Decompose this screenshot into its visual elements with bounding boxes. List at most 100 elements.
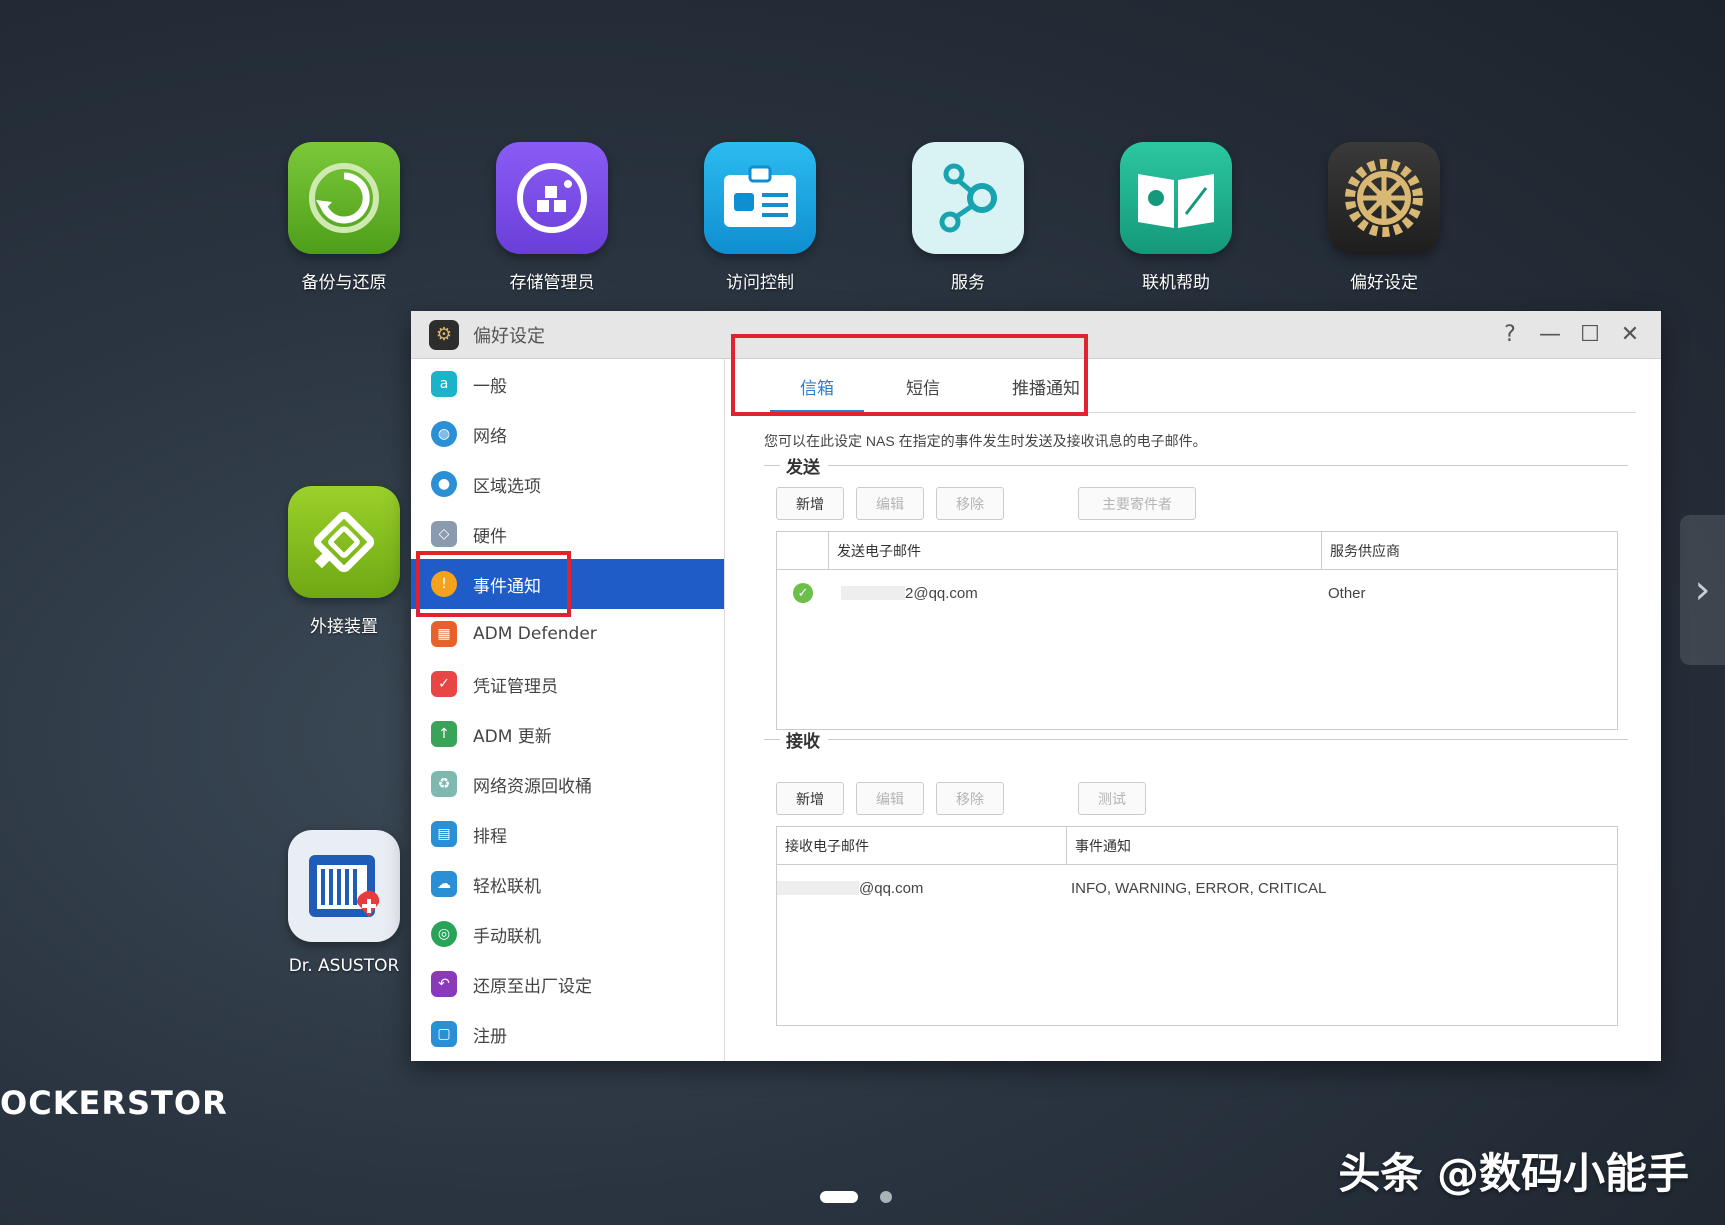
- primary-sender-button[interactable]: 主要寄件者: [1078, 487, 1196, 520]
- column-header-status: [777, 532, 829, 569]
- region-options-icon: ●: [431, 471, 457, 497]
- events-cell: INFO, WARNING, ERROR, CRITICAL: [1071, 879, 1327, 897]
- sidebar-item-recycle-bin[interactable]: ♻ 网络资源回收桶: [411, 759, 724, 809]
- main-content: 信箱 短信 推播通知 您可以在此设定 NAS 在指定的事件发生时发送及接收讯息的…: [726, 359, 1661, 1061]
- hardware-icon: ◇: [431, 521, 457, 547]
- window-controls: ? — ☐ ✕: [1499, 321, 1641, 347]
- app-storage-manager[interactable]: 存储管理员: [472, 142, 632, 293]
- minimize-icon[interactable]: —: [1539, 321, 1561, 347]
- status-cell: ✓: [777, 583, 829, 603]
- redacted-block: [777, 881, 859, 895]
- send-section-header: 发送: [764, 453, 1628, 478]
- receive-table-header: 接收电子邮件 事件通知: [777, 827, 1617, 865]
- app-services[interactable]: 服务: [888, 142, 1048, 293]
- receive-section-header: 接收: [764, 727, 1628, 752]
- check-icon: ✓: [793, 583, 813, 603]
- page-dot[interactable]: [880, 1191, 892, 1203]
- sidebar-item-label: 网络: [473, 426, 507, 447]
- sidebar-item-label: 轻松联机: [473, 876, 541, 897]
- app-preferences[interactable]: 偏好设定: [1304, 142, 1464, 293]
- sidebar-item-label: 凭证管理员: [473, 676, 558, 697]
- column-header-event-notification: 事件通知: [1075, 838, 1131, 855]
- send-email-cell: 2@qq.com: [829, 585, 1322, 602]
- schedule-icon: ▤: [431, 821, 457, 847]
- app-label: 外接装置: [310, 617, 378, 637]
- receive-email-value: @qq.com: [859, 879, 924, 897]
- receive-table: 接收电子邮件 事件通知 @qq.com INFO, WARNING, ERROR…: [776, 826, 1618, 1026]
- sidebar-item-manual-connect[interactable]: ◎ 手动联机: [411, 909, 724, 959]
- sidebar-item-label: 手动联机: [473, 926, 541, 947]
- column-header-receive-email: 接收电子邮件: [777, 827, 1067, 864]
- table-row[interactable]: @qq.com INFO, WARNING, ERROR, CRITICAL: [777, 865, 1617, 911]
- app-dr-asustor[interactable]: Dr. ASUSTOR: [264, 830, 424, 976]
- sidebar-item-label: 一般: [473, 376, 507, 397]
- brand-logo-text: OCKERSTOR: [0, 1084, 228, 1122]
- send-table-header: 发送电子邮件 服务供应商: [777, 532, 1617, 570]
- app-label: 存储管理员: [509, 273, 595, 293]
- sidebar-item-registration[interactable]: ▢ 注册: [411, 1009, 724, 1059]
- sidebar-item-region[interactable]: ● 区域选项: [411, 459, 724, 509]
- sidebar-item-adm-update[interactable]: ↑ ADM 更新: [411, 709, 724, 759]
- chevron-right-icon: ›: [1694, 567, 1711, 613]
- online-help-icon: [1120, 142, 1232, 254]
- highlight-box: [416, 551, 571, 617]
- send-edit-button[interactable]: 编辑: [856, 487, 924, 520]
- receive-edit-button[interactable]: 编辑: [856, 782, 924, 815]
- send-remove-button[interactable]: 移除: [936, 487, 1004, 520]
- adm-update-icon: ↑: [431, 721, 457, 747]
- highlight-box: [731, 334, 1088, 416]
- sidebar-item-label: ADM Defender: [473, 624, 597, 644]
- app-backup-restore[interactable]: 备份与还原: [264, 142, 424, 293]
- ez-connect-icon: ☁: [431, 871, 457, 897]
- description-text: 您可以在此设定 NAS 在指定的事件发生时发送及接收讯息的电子邮件。: [764, 433, 1207, 449]
- sidebar-item-label: 注册: [473, 1026, 507, 1047]
- sidebar-item-label: 还原至出厂设定: [473, 976, 592, 997]
- app-access-control[interactable]: 访问控制: [680, 142, 840, 293]
- app-online-help[interactable]: 联机帮助: [1096, 142, 1256, 293]
- receive-add-button[interactable]: 新增: [776, 782, 844, 815]
- maximize-icon[interactable]: ☐: [1579, 321, 1601, 347]
- receive-toolbar: 新增 编辑 移除 测试: [776, 782, 1146, 815]
- help-icon[interactable]: ?: [1499, 321, 1521, 347]
- sidebar: a 一般 ◍ 网络 ● 区域选项 ◇ 硬件 ! 事件通知 ▦ ADM Defender ✓ 凭…: [411, 359, 725, 1061]
- sidebar-item-certificate[interactable]: ✓ 凭证管理员: [411, 659, 724, 709]
- app-external-devices[interactable]: 外接装置: [264, 486, 424, 637]
- send-table: 发送电子邮件 服务供应商 ✓ 2@qq.com Other: [776, 531, 1618, 730]
- recycle-bin-icon: ♻: [431, 771, 457, 797]
- sidebar-item-label: ADM 更新: [473, 726, 552, 747]
- sidebar-item-ez-connect[interactable]: ☁ 轻松联机: [411, 859, 724, 909]
- factory-reset-icon: ↶: [431, 971, 457, 997]
- next-page-arrow[interactable]: ›: [1680, 515, 1725, 665]
- certificate-manager-icon: ✓: [431, 671, 457, 697]
- app-label: 访问控制: [726, 273, 794, 293]
- general-icon: a: [431, 371, 457, 397]
- page-dot-active[interactable]: [820, 1191, 858, 1203]
- close-icon[interactable]: ✕: [1619, 321, 1641, 347]
- storage-manager-icon: [496, 142, 608, 254]
- receive-remove-button[interactable]: 移除: [936, 782, 1004, 815]
- manual-connect-icon: ◎: [431, 921, 457, 947]
- sidebar-item-network[interactable]: ◍ 网络: [411, 409, 724, 459]
- page-indicator[interactable]: [820, 1191, 892, 1203]
- sidebar-item-schedule[interactable]: ▤ 排程: [411, 809, 724, 859]
- redacted-block: [841, 586, 905, 600]
- table-row[interactable]: ✓ 2@qq.com Other: [777, 570, 1617, 616]
- external-devices-icon: [288, 486, 400, 598]
- sidebar-item-factory-reset[interactable]: ↶ 还原至出厂设定: [411, 959, 724, 1009]
- preferences-gear-icon: ⚙: [429, 319, 459, 350]
- sidebar-item-general[interactable]: a 一般: [411, 359, 724, 409]
- sidebar-item-label: 硬件: [473, 526, 507, 547]
- send-section-title: 发送: [786, 458, 820, 478]
- send-email-value: 2@qq.com: [905, 584, 978, 602]
- app-label: Dr. ASUSTOR: [288, 956, 400, 976]
- receive-email-cell: @qq.com: [777, 880, 1067, 897]
- dr-asustor-icon: [288, 830, 400, 942]
- backup-restore-icon: [288, 142, 400, 254]
- app-label: 服务: [951, 273, 985, 293]
- adm-defender-icon: ▦: [431, 621, 457, 647]
- services-icon: [912, 142, 1024, 254]
- registration-icon: ▢: [431, 1021, 457, 1047]
- preferences-gear-icon: [1328, 142, 1440, 254]
- send-add-button[interactable]: 新增: [776, 487, 844, 520]
- test-button[interactable]: 测试: [1078, 782, 1146, 815]
